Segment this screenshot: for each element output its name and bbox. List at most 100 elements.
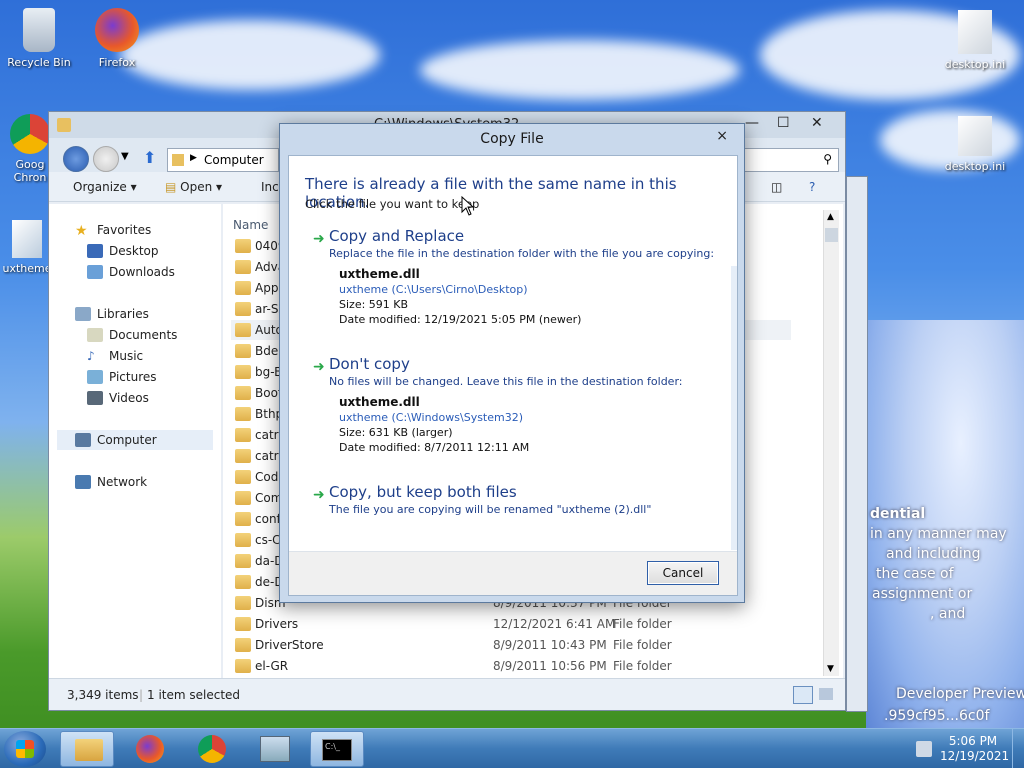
system-clock[interactable]: 5:06 PM 12/19/2021 xyxy=(940,734,1009,764)
scroll-up-icon[interactable]: ▲ xyxy=(827,212,834,222)
nav-item-downloads[interactable]: Downloads xyxy=(87,262,175,282)
nav-item-music[interactable]: ♪ Music xyxy=(87,346,143,366)
back-button[interactable] xyxy=(63,146,89,172)
vertical-scrollbar[interactable]: ▲ ▼ xyxy=(823,210,839,676)
folder-icon xyxy=(235,365,251,379)
desktop-icon-label: Recycle Bin xyxy=(7,56,71,69)
folder-icon xyxy=(235,554,251,568)
up-arrow-icon[interactable]: ⬆ xyxy=(143,148,156,167)
wallpaper-text: the case of xyxy=(876,566,954,582)
nav-item-pictures[interactable]: Pictures xyxy=(87,367,157,387)
wallpaper-character xyxy=(866,320,1024,730)
file-name: uxtheme.dll xyxy=(339,267,420,281)
table-row[interactable]: DriverStore 8/9/2011 10:43 PM File folder xyxy=(231,635,791,655)
nav-item-network[interactable]: Network xyxy=(75,472,147,492)
nav-item-favorites[interactable]: ★ Favorites xyxy=(75,220,151,240)
forward-button[interactable] xyxy=(93,146,119,172)
tiles-view-icon[interactable] xyxy=(819,688,833,700)
nav-item-documents[interactable]: Documents xyxy=(87,325,177,345)
file-date-cell: 8/9/2011 10:43 PM xyxy=(493,638,607,652)
desktop-icon-firefox[interactable]: Firefox xyxy=(82,8,152,69)
minimize-icon[interactable]: — xyxy=(745,115,759,131)
folder-icon xyxy=(235,638,251,652)
organize-button[interactable]: Organize ▾ xyxy=(73,180,137,194)
keep-both-option[interactable]: ➜ Copy, but keep both files The file you… xyxy=(313,483,723,523)
nav-item-libraries[interactable]: Libraries xyxy=(75,304,149,324)
wallpaper-text: and including xyxy=(886,546,981,562)
clock-time: 5:06 PM xyxy=(948,734,998,748)
table-row[interactable]: Drivers 12/12/2021 6:41 AM File folder xyxy=(231,614,791,634)
taskbar-explorer-button[interactable] xyxy=(60,731,114,767)
wallpaper-text: Developer Preview xyxy=(896,686,1024,702)
folder-icon xyxy=(235,407,251,421)
folder-icon xyxy=(235,596,251,610)
background-window-edge xyxy=(846,176,868,712)
nav-label: Videos xyxy=(109,391,149,405)
file-path: uxtheme (C:\Windows\System32) xyxy=(339,411,524,424)
desktop-icon-label: desktop.ini xyxy=(944,160,1006,173)
mouse-cursor-icon xyxy=(461,196,475,216)
show-desktop-button[interactable] xyxy=(1012,729,1024,768)
nav-label: Pictures xyxy=(109,370,157,384)
organize-label: Organize xyxy=(73,180,127,194)
open-button[interactable]: ▤ Open ▾ xyxy=(165,180,222,194)
folder-icon xyxy=(235,386,251,400)
taskbar-control-panel-button[interactable] xyxy=(248,731,302,767)
dialog-scrollbar[interactable] xyxy=(731,266,737,550)
nav-item-videos[interactable]: Videos xyxy=(87,388,149,408)
maximize-icon[interactable]: ☐ xyxy=(777,115,790,131)
folder-icon xyxy=(235,533,251,547)
scroll-thumb[interactable] xyxy=(825,228,838,242)
taskbar-cmd-button[interactable]: C:\_ xyxy=(310,731,364,767)
desktop-icon-uxtheme[interactable]: uxtheme xyxy=(2,220,52,275)
windows-logo-icon xyxy=(16,740,34,758)
music-icon: ♪ xyxy=(87,349,95,363)
nav-item-computer[interactable]: Computer xyxy=(57,430,213,450)
action-center-flag-icon[interactable] xyxy=(916,741,932,757)
dont-copy-option[interactable]: ➜ Don't copy No files will be changed. L… xyxy=(313,355,723,457)
close-icon[interactable]: × xyxy=(716,128,728,144)
start-button[interactable] xyxy=(4,731,46,767)
file-path: uxtheme (C:\Users\Cirno\Desktop) xyxy=(339,283,528,296)
firefox-icon xyxy=(95,8,139,52)
nav-item-desktop[interactable]: Desktop xyxy=(87,241,159,261)
search-input[interactable]: ⚲ xyxy=(739,148,839,172)
folder-icon xyxy=(235,281,251,295)
pictures-icon xyxy=(87,370,103,384)
copy-file-dialog: Copy File × There is already a file with… xyxy=(279,123,745,603)
chevron-down-icon[interactable]: ▼ xyxy=(121,151,129,162)
desktop-icon-desktop-ini[interactable]: desktop.ini xyxy=(940,10,1010,71)
option-description: Replace the file in the destination fold… xyxy=(329,247,715,260)
taskbar-chrome-button[interactable] xyxy=(185,731,239,767)
taskbar-firefox-button[interactable] xyxy=(123,731,177,767)
taskbar: C:\_ 5:06 PM 12/19/2021 xyxy=(0,728,1024,768)
desktop-icon-label: Firefox xyxy=(98,56,136,69)
copy-and-replace-option[interactable]: ➜ Copy and Replace Replace the file in t… xyxy=(313,227,723,329)
ini-file-icon xyxy=(958,10,992,54)
command-prompt-icon: C:\_ xyxy=(322,739,352,761)
preview-pane-icon[interactable]: ◫ xyxy=(771,180,782,194)
nav-label: Music xyxy=(109,349,144,363)
folder-icon xyxy=(235,512,251,526)
green-arrow-icon: ➜ xyxy=(313,487,325,503)
dialog-footer: Cancel xyxy=(289,551,737,595)
details-view-icon[interactable] xyxy=(793,686,813,704)
file-icon xyxy=(12,220,42,258)
option-description: The file you are copying will be renamed… xyxy=(329,503,652,516)
cancel-button[interactable]: Cancel xyxy=(647,561,719,585)
close-icon[interactable]: ✕ xyxy=(811,115,823,131)
address-text: Computer xyxy=(204,153,264,167)
address-bar[interactable]: ▶ Computer xyxy=(167,148,279,172)
libraries-icon xyxy=(75,307,91,321)
folder-icon xyxy=(235,239,251,253)
help-icon[interactable]: ? xyxy=(809,180,815,194)
selection-count: 1 item selected xyxy=(147,688,241,702)
column-header-name[interactable]: Name xyxy=(233,218,268,232)
desktop-icon-label: Goog Chron xyxy=(13,158,47,184)
desktop-icon-desktop-ini[interactable]: desktop.ini xyxy=(940,116,1010,173)
desktop-icon-recycle-bin[interactable]: Recycle Bin xyxy=(4,8,74,69)
scroll-down-icon[interactable]: ▼ xyxy=(827,664,834,674)
computer-icon xyxy=(75,433,91,447)
option-title: Copy and Replace xyxy=(329,227,465,245)
table-row[interactable]: el-GR 8/9/2011 10:56 PM File folder xyxy=(231,656,791,676)
